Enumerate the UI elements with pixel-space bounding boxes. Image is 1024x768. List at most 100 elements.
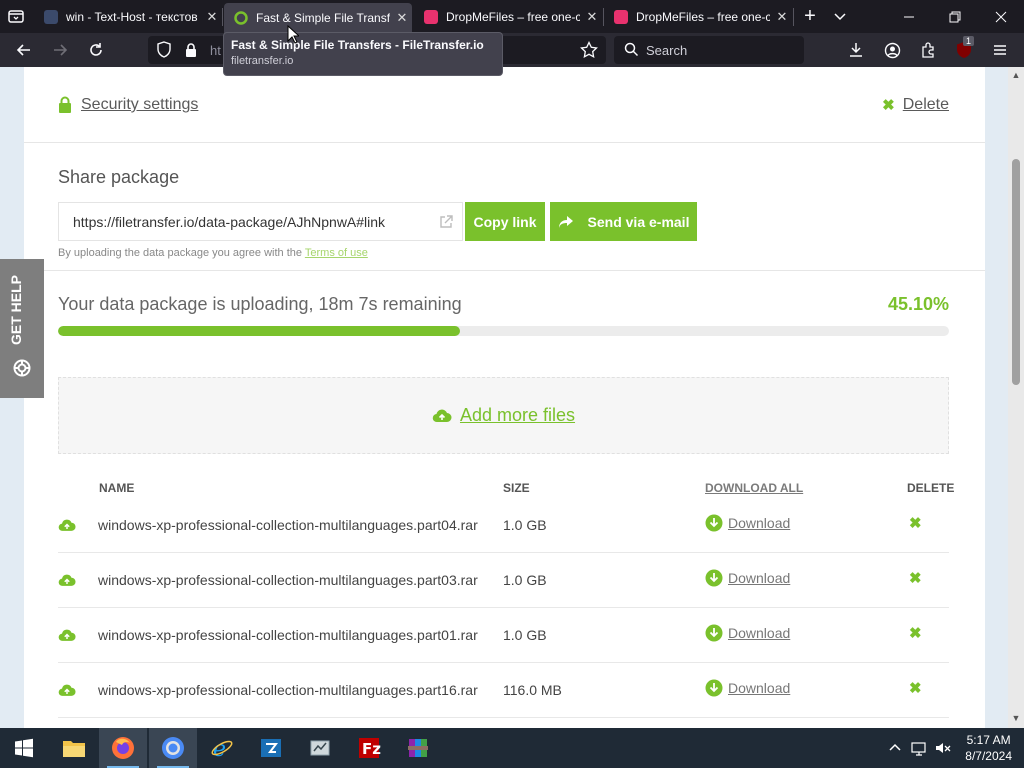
- cloud-upload-icon: [58, 683, 76, 697]
- winrar-icon[interactable]: [394, 728, 442, 768]
- delete-package-link[interactable]: ✖ Delete: [882, 96, 949, 114]
- delete-file-icon[interactable]: ✖: [909, 569, 922, 587]
- download-label: Download: [728, 625, 791, 641]
- file-name: windows-xp-professional-collection-multi…: [98, 682, 478, 698]
- file-row: windows-xp-professional-collection-multi…: [58, 553, 949, 608]
- filezilla-icon[interactable]: Fz: [345, 728, 393, 768]
- upload-progress-fill: [58, 326, 460, 336]
- delete-file-icon[interactable]: ✖: [909, 514, 922, 532]
- share-link-value: https://filetransfer.io/data-package/AJh…: [73, 214, 386, 230]
- tab-close-icon[interactable]: ✕: [204, 9, 220, 25]
- lock-icon[interactable]: [184, 42, 198, 63]
- cloud-upload-icon: [58, 628, 76, 642]
- add-more-files-dropzone[interactable]: Add more files: [58, 377, 949, 454]
- notification-badge: 1: [963, 36, 975, 46]
- file-size: 1.0 GB: [503, 627, 547, 643]
- send-via-email-button[interactable]: Send via e-mail: [550, 202, 697, 241]
- file-size: 1.0 GB: [503, 517, 547, 533]
- external-link-icon[interactable]: [438, 214, 454, 230]
- share-package-title: Share package: [58, 167, 180, 187]
- lock-icon: [59, 96, 71, 113]
- upload-card: Security settings ✖ Delete Share package…: [24, 67, 985, 728]
- tooltip-title: Fast & Simple File Transfers - FileTrans…: [231, 38, 484, 52]
- forward-arrow-icon[interactable]: [50, 40, 70, 60]
- lifebuoy-icon: [13, 359, 31, 377]
- file-size: 116.0 MB: [503, 682, 562, 698]
- download-link[interactable]: Download: [705, 569, 790, 587]
- tab-bar: win - Text-Host - текстов ✕ Fast & Simpl…: [0, 0, 1024, 33]
- tab-close-icon[interactable]: ✕: [584, 9, 600, 25]
- terms-of-use-link[interactable]: Terms of use: [305, 247, 368, 259]
- system-clock[interactable]: 5:17 AM 8/7/2024: [965, 732, 1012, 764]
- upload-status-text: Your data package is uploading, 18m 7s r…: [58, 294, 462, 314]
- file-name: windows-xp-professional-collection-multi…: [98, 517, 478, 533]
- download-circle-icon: [705, 624, 723, 642]
- download-all-link[interactable]: DOWNLOAD ALL: [705, 481, 803, 495]
- security-settings-link[interactable]: Security settings: [58, 96, 198, 114]
- tab-dropmefiles-1[interactable]: DropMeFiles – free one-cli ✕: [414, 0, 602, 33]
- internet-explorer-icon[interactable]: e: [198, 728, 246, 768]
- download-label: Download: [728, 680, 791, 696]
- tab-tooltip: Fast & Simple File Transfers - FileTrans…: [223, 32, 503, 76]
- file-row: windows-xp-professional-collection-multi…: [58, 498, 949, 553]
- add-more-files-link[interactable]: Add more files: [460, 405, 575, 426]
- tab-title: win - Text-Host - текстов: [66, 9, 198, 24]
- security-settings-label: Security settings: [81, 96, 199, 113]
- delete-file-icon[interactable]: ✖: [909, 624, 922, 642]
- menu-hamburger-icon[interactable]: [990, 40, 1010, 60]
- tab-dropmefiles-2[interactable]: DropMeFiles – free one-cli ✕: [604, 0, 792, 33]
- windows-taskbar: e Fz 5:17 AM 8/7/2024: [0, 728, 1024, 768]
- ublock-origin-icon[interactable]: 1: [954, 36, 975, 60]
- new-tab-button[interactable]: +: [800, 6, 820, 26]
- download-link[interactable]: Download: [705, 514, 790, 532]
- downloads-icon[interactable]: [846, 40, 866, 60]
- scrollbar-thumb[interactable]: [1012, 159, 1020, 385]
- file-explorer-icon[interactable]: [50, 728, 98, 768]
- cloud-upload-icon: [58, 573, 76, 587]
- filetransfer-favicon-icon: [234, 11, 248, 25]
- section-divider: [24, 270, 985, 271]
- chevron-down-icon[interactable]: [832, 8, 848, 24]
- extensions-puzzle-icon[interactable]: [918, 40, 938, 60]
- get-help-tab[interactable]: GET HELP: [0, 259, 44, 398]
- tab-filetransfer[interactable]: Fast & Simple File Transfe ✕: [224, 3, 412, 33]
- start-icon[interactable]: [0, 728, 48, 768]
- file-row: windows-xp-professional-collection-multi…: [58, 608, 949, 663]
- delete-label: Delete: [902, 96, 949, 113]
- tab-title: Fast & Simple File Transfe: [256, 11, 390, 25]
- download-link[interactable]: Download: [705, 679, 790, 697]
- download-link[interactable]: Download: [705, 624, 790, 642]
- firefox-icon[interactable]: [99, 728, 147, 768]
- scroll-down-arrow-icon[interactable]: ▼: [1011, 713, 1021, 723]
- share-link-field[interactable]: https://filetransfer.io/data-package/AJh…: [58, 202, 463, 241]
- close-window-icon[interactable]: [978, 0, 1024, 33]
- tab-text-host[interactable]: win - Text-Host - текстов ✕: [34, 0, 222, 33]
- download-circle-icon: [705, 514, 723, 532]
- back-arrow-icon[interactable]: [14, 40, 34, 60]
- network-tool-icon[interactable]: [296, 728, 344, 768]
- copy-link-button[interactable]: Copy link: [465, 202, 545, 241]
- tab-close-icon[interactable]: ✕: [394, 10, 410, 26]
- filezilla-server-icon[interactable]: [247, 728, 295, 768]
- account-icon[interactable]: [882, 40, 902, 60]
- scroll-up-arrow-icon[interactable]: ▲: [1011, 70, 1021, 80]
- network-icon[interactable]: [910, 739, 928, 757]
- bookmark-star-icon[interactable]: [580, 40, 598, 64]
- chrome-icon[interactable]: [149, 728, 197, 768]
- delete-file-icon[interactable]: ✖: [909, 679, 922, 697]
- tracking-protection-shield-icon[interactable]: [156, 41, 172, 64]
- send-via-email-label: Send via e-mail: [587, 213, 690, 230]
- tab-close-icon[interactable]: ✕: [774, 9, 790, 25]
- restore-icon[interactable]: [932, 0, 978, 33]
- search-bar[interactable]: Search: [614, 36, 804, 64]
- close-icon: ✖: [882, 97, 895, 114]
- upload-percent: 45.10%: [887, 294, 949, 314]
- volume-muted-icon[interactable]: [934, 739, 952, 757]
- text-host-favicon-icon: [44, 9, 58, 24]
- reload-icon[interactable]: [86, 40, 106, 60]
- minimize-icon[interactable]: [886, 0, 932, 33]
- tab-list-icon[interactable]: [6, 6, 26, 26]
- page-viewport: Security settings ✖ Delete Share package…: [0, 67, 1008, 728]
- chevron-up-icon[interactable]: [886, 739, 904, 757]
- page-scrollbar[interactable]: ▲ ▼: [1008, 67, 1024, 728]
